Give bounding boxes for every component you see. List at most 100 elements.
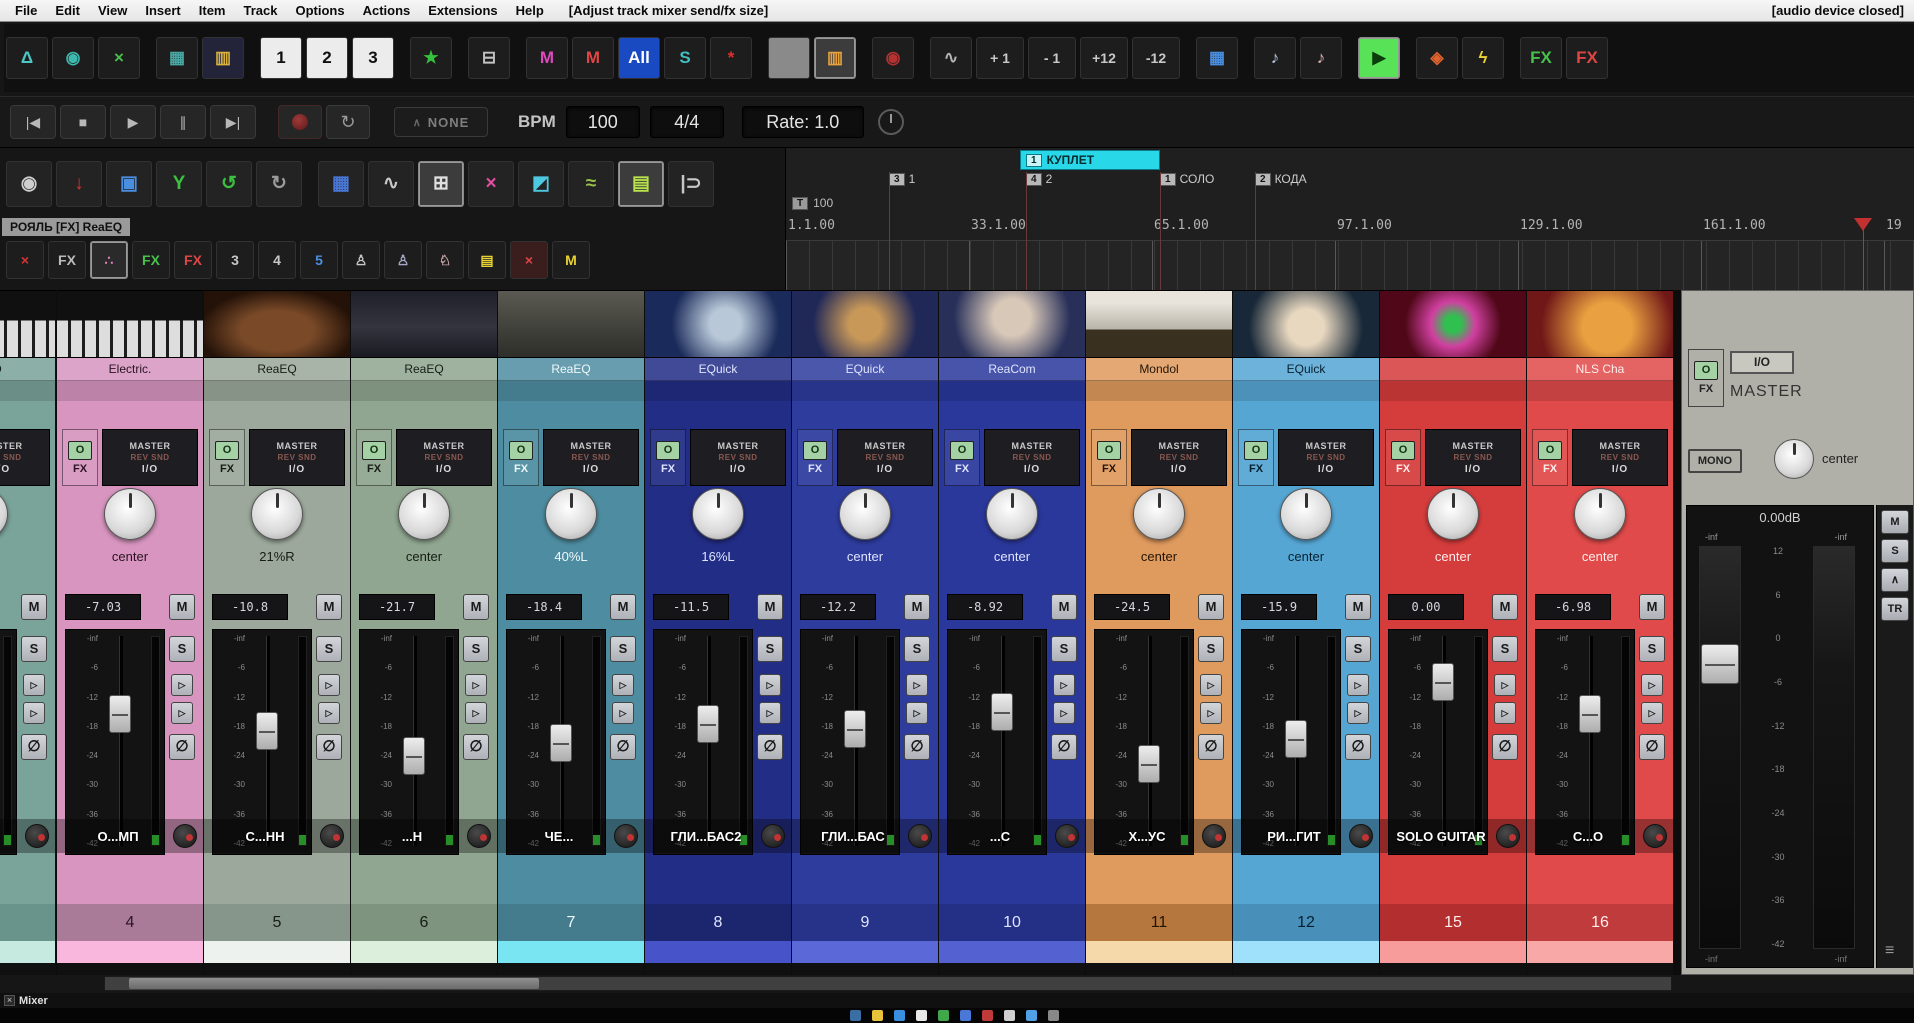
io-routing-button[interactable]: MASTER REV SND I/O: [543, 429, 639, 486]
volume-readout[interactable]: -7.03: [65, 594, 141, 620]
track-name[interactable]: ...С: [945, 829, 1055, 844]
solo-button[interactable]: S: [1492, 636, 1518, 662]
marker-m2-icon[interactable]: M: [572, 37, 614, 79]
track-thumbnail[interactable]: [498, 291, 644, 358]
fx-slot-empty[interactable]: [1527, 381, 1673, 401]
fader-track[interactable]: [555, 636, 567, 846]
master-fx-button[interactable]: O FX: [1688, 349, 1724, 407]
phase-button[interactable]: ∅: [1639, 734, 1665, 760]
pan-knob[interactable]: [839, 488, 891, 540]
fx-send-button[interactable]: ▷: [1347, 702, 1369, 724]
midi-editor-icon[interactable]: ▤: [618, 161, 664, 207]
fader-track[interactable]: [1584, 636, 1596, 846]
fader-track[interactable]: [702, 636, 714, 846]
mute-button[interactable]: M: [1345, 594, 1371, 620]
master-fader-handle[interactable]: [1701, 644, 1739, 684]
play-sync-icon[interactable]: ▶: [1358, 37, 1400, 79]
solo-button[interactable]: S: [169, 636, 195, 662]
taskbar-app-5[interactable]: [938, 1010, 949, 1021]
master-pan-knob[interactable]: [1774, 439, 1814, 479]
env-button[interactable]: ▷: [1200, 674, 1222, 696]
time-signature[interactable]: 4/4: [650, 106, 724, 138]
io-routing-button[interactable]: MASTER REV SND I/O: [0, 429, 50, 486]
track-thumbnail[interactable]: [204, 291, 350, 358]
fx-slot-empty[interactable]: [1086, 381, 1232, 401]
track-thumbnail[interactable]: [0, 291, 55, 358]
record-arm-button[interactable]: [1643, 824, 1667, 848]
mute-button[interactable]: M: [463, 594, 489, 620]
mute-button[interactable]: M: [904, 594, 930, 620]
star-icon[interactable]: ★: [410, 37, 452, 79]
fx-send-button[interactable]: ▷: [171, 702, 193, 724]
volume-fader-handle[interactable]: [550, 724, 572, 762]
solo-button[interactable]: S: [1198, 636, 1224, 662]
phase-button[interactable]: ∅: [757, 734, 783, 760]
pitch-minus1-button[interactable]: - 1: [1028, 37, 1076, 79]
track-name[interactable]: С...НН: [210, 829, 320, 844]
close-box-icon[interactable]: ×: [510, 241, 548, 279]
volume-readout[interactable]: -6.98: [1535, 594, 1611, 620]
phase-button[interactable]: ∅: [1492, 734, 1518, 760]
fx-send-button[interactable]: ▷: [23, 702, 45, 724]
track-number[interactable]: 16: [1527, 904, 1673, 941]
fx-cross-icon[interactable]: ×: [98, 37, 140, 79]
io-routing-button[interactable]: MASTER REV SND I/O: [102, 429, 198, 486]
fx-bypass-button[interactable]: O FX: [1238, 429, 1274, 486]
volume-readout[interactable]: -11.5: [653, 594, 729, 620]
menu-item-extensions[interactable]: Extensions: [419, 3, 506, 18]
fader-track[interactable]: [408, 636, 420, 846]
volume-fader-handle[interactable]: [697, 705, 719, 743]
group-4-icon[interactable]: 4: [258, 241, 296, 279]
lightning-icon[interactable]: ϟ: [1462, 37, 1504, 79]
pitch-plus1-button[interactable]: + 1: [976, 37, 1024, 79]
timeline-marker[interactable]: 31: [889, 172, 915, 186]
fx-slot-empty[interactable]: [204, 381, 350, 401]
env-button[interactable]: ▷: [171, 674, 193, 696]
master-trim-button[interactable]: TR: [1881, 597, 1909, 621]
pan-knob[interactable]: [545, 488, 597, 540]
undo-icon[interactable]: ↺: [206, 161, 252, 207]
solo-reset-icon[interactable]: S: [664, 37, 706, 79]
track-number[interactable]: 8: [645, 904, 791, 941]
fx-show-icon[interactable]: FX: [132, 241, 170, 279]
note-repeat-icon[interactable]: ♪: [1254, 37, 1296, 79]
fader-track[interactable]: [1290, 636, 1302, 846]
menu-item-file[interactable]: File: [6, 3, 46, 18]
fx-slot-empty[interactable]: [939, 381, 1085, 401]
fx-send-button[interactable]: ▷: [759, 702, 781, 724]
timeline-ruler[interactable]: 1 КУПЛЕТ 31421СОЛО2КОДА T 100 1.1.0033.1…: [785, 148, 1914, 290]
fx-bypass-button[interactable]: O FX: [1532, 429, 1568, 486]
burst-icon[interactable]: *: [710, 37, 752, 79]
scrollbar-thumb[interactable]: [129, 978, 539, 989]
env-button[interactable]: ▷: [1053, 674, 1075, 696]
fx-slot-empty[interactable]: [498, 381, 644, 401]
midi-marker-icon[interactable]: M: [552, 241, 590, 279]
media-explorer-icon[interactable]: ◉: [6, 161, 52, 207]
io-routing-button[interactable]: MASTER REV SND I/O: [1572, 429, 1668, 486]
master-solo-button[interactable]: S: [1881, 539, 1909, 563]
fx-send-button[interactable]: ▷: [1641, 702, 1663, 724]
taskbar-app-4[interactable]: [916, 1010, 927, 1021]
fx-slot[interactable]: ReaEQ: [0, 358, 55, 381]
solo-button[interactable]: S: [610, 636, 636, 662]
fx-slot[interactable]: [1380, 358, 1526, 381]
volume-fader-handle[interactable]: [844, 710, 866, 748]
phase-button[interactable]: ∅: [1051, 734, 1077, 760]
fader-track[interactable]: [1437, 636, 1449, 846]
taskbar-app-10[interactable]: [1048, 1010, 1059, 1021]
mixer-view-icon[interactable]: ▥: [814, 37, 856, 79]
fx-bypass-button[interactable]: O FX: [209, 429, 245, 486]
docker-close-icon[interactable]: ×: [4, 995, 15, 1006]
record-button[interactable]: [278, 105, 322, 139]
fx-slot-empty[interactable]: [1380, 381, 1526, 401]
record-arm-button[interactable]: [25, 824, 49, 848]
fx-bypass-button[interactable]: O FX: [356, 429, 392, 486]
io-routing-button[interactable]: MASTER REV SND I/O: [1131, 429, 1227, 486]
timeline-marker[interactable]: 42: [1026, 172, 1052, 186]
fx-remove-icon[interactable]: FX: [1566, 37, 1608, 79]
fx-send-button[interactable]: ▷: [1494, 702, 1516, 724]
volume-fader-handle[interactable]: [256, 712, 278, 750]
record-arm-button[interactable]: [1055, 824, 1079, 848]
volume-readout[interactable]: -24.5: [1094, 594, 1170, 620]
record-arm-button[interactable]: [1349, 824, 1373, 848]
